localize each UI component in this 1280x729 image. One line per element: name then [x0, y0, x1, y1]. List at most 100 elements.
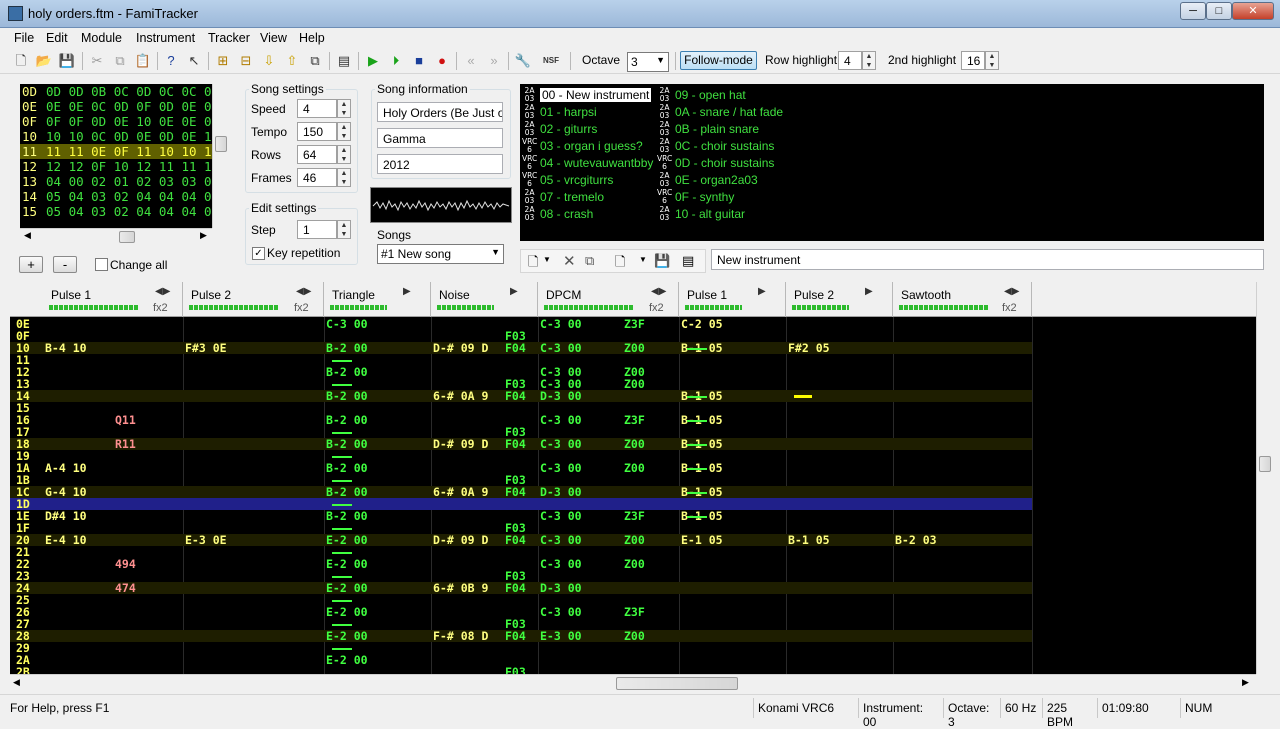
frames-spinner[interactable]: ▲ ▼ — [337, 168, 351, 187]
instrument-item[interactable]: 2A 03 10 - alt guitar — [657, 205, 746, 222]
note-cell[interactable]: B-2 00 — [326, 486, 368, 498]
pattern-row[interactable]: 15 — [10, 402, 1032, 414]
instrument-item[interactable]: 2A 03 0A - snare / hat fade — [657, 103, 784, 120]
note-cell[interactable]: B-2 00 — [326, 462, 368, 474]
note-cell[interactable]: B-2 00 — [326, 414, 368, 426]
chevron-down-icon[interactable]: ▼ — [639, 255, 647, 264]
play-looping-icon[interactable]: ⏵ — [387, 52, 405, 70]
nsf-export-icon[interactable]: NSF — [540, 52, 562, 70]
menu-view[interactable]: View — [260, 31, 287, 45]
menu-file[interactable]: File — [14, 31, 34, 45]
scroll-left-icon[interactable]: ◀ — [13, 677, 20, 688]
note-cell[interactable]: C-3 00 — [540, 510, 582, 522]
frame-row[interactable]: 12 12 12 0F 10 12 11 11 12 — [20, 159, 212, 174]
effect-columns-arrows-icon[interactable]: ▶ — [758, 286, 766, 297]
close-button[interactable]: ✕ — [1232, 2, 1274, 20]
effect-cell[interactable]: Z00 — [624, 462, 645, 474]
instrument-item[interactable]: VRC 6 0F - synthy — [657, 188, 734, 205]
pattern-row[interactable]: 10 B-4 10 F#3 0E B-2 00 D-# 09 D F04 C-3 00 Z00… — [10, 342, 1032, 354]
frame-row-cells[interactable]: 0D 0D 0B 0C 0D 0C 0C 0B — [46, 84, 212, 99]
note-cell[interactable]: E-2 00 — [326, 582, 368, 594]
frame-hscrollbar[interactable]: ◀ ▶ — [20, 228, 212, 244]
step-input[interactable]: 1 — [297, 220, 337, 239]
instrument-item[interactable]: VRC 6 04 - wutevauwantbby — [522, 154, 653, 171]
effect-cell[interactable]: F04 — [505, 630, 526, 642]
save-instrument-icon[interactable]: 💾 — [654, 253, 670, 269]
instrument-item[interactable]: VRC 6 03 - organ i guess? — [522, 137, 643, 154]
effect-cell[interactable]: Z00 — [624, 378, 645, 390]
note-cell[interactable]: D-# 09 D — [433, 438, 488, 450]
note-cell[interactable]: E-3 0E — [185, 534, 227, 546]
effect-cell[interactable]: F04 — [505, 534, 526, 546]
effect-cell[interactable]: F04 — [505, 390, 526, 402]
insert-frame-icon[interactable]: ⊞ — [214, 52, 232, 70]
note-cell[interactable]: C-2 05 — [681, 318, 723, 330]
pattern-row[interactable]: 2B F03 — [10, 666, 1032, 674]
frame-row[interactable]: 14 05 04 03 02 04 04 04 04 — [20, 189, 212, 204]
note-cell[interactable]: D-# 09 D — [433, 342, 488, 354]
note-cell[interactable]: B-4 10 — [45, 342, 87, 354]
play-icon[interactable]: ▶ — [364, 52, 382, 70]
note-cell[interactable]: E-2 00 — [326, 534, 368, 546]
instrument-list[interactable]: 2A 03 00 - New instrument 2A 03 01 - harpsi 2A… — [520, 84, 1264, 241]
effect-columns-arrows-icon[interactable]: ◀▶ — [155, 286, 170, 297]
effect-cell[interactable]: Z00 — [624, 630, 645, 642]
instrument-item[interactable]: VRC 6 05 - vrcgiturrs — [522, 171, 613, 188]
song-select[interactable]: #1 New song ▼ — [377, 244, 504, 264]
pattern-row[interactable]: 28 E-2 00 F-# 08 D F04 E-3 00 Z00 — [10, 630, 1032, 642]
speed-input[interactable]: 4 — [297, 99, 337, 118]
stop-icon[interactable]: ■ — [410, 52, 428, 70]
second-highlight-spinner[interactable]: ▲ ▼ — [985, 51, 999, 70]
scroll-right-icon[interactable]: ▶ — [1242, 677, 1249, 688]
note-cell[interactable]: F-# 08 D — [433, 630, 488, 642]
move-frame-down-icon[interactable]: ⇩ — [260, 52, 278, 70]
note-cell[interactable]: E-3 00 — [540, 630, 582, 642]
row-highlight-spinner[interactable]: ▲ ▼ — [862, 51, 876, 70]
second-highlight-input[interactable]: 16 — [961, 51, 985, 70]
row-highlight-input[interactable]: 4 — [838, 51, 862, 70]
note-cell[interactable]: C-3 00 — [540, 342, 582, 354]
copy-icon[interactable]: ⧉ — [111, 52, 129, 70]
effect-cell[interactable]: Z00 — [624, 342, 645, 354]
note-cell[interactable]: G-4 10 — [45, 486, 87, 498]
load-instrument-icon[interactable]: 🗋 — [615, 253, 625, 275]
instrument-item[interactable]: 2A 03 07 - tremelo — [522, 188, 604, 205]
note-cell[interactable]: E-2 00 — [326, 606, 368, 618]
new-instrument-icon[interactable]: 🗋 — [528, 253, 538, 275]
note-cell[interactable]: B-2 00 — [326, 390, 368, 402]
note-cell[interactable]: E-4 10 — [45, 534, 87, 546]
song-title-field[interactable]: Holy Orders (Be Just or I — [377, 102, 503, 122]
note-cell[interactable]: B-2 00 — [326, 438, 368, 450]
effect-cell[interactable]: 474 — [115, 582, 136, 594]
add-frame-button[interactable]: + — [19, 256, 43, 273]
instrument-name-field[interactable]: New instrument — [711, 249, 1264, 270]
effect-cell[interactable]: 494 — [115, 558, 136, 570]
instrument-item[interactable]: 2A 03 0E - organ2a03 — [657, 171, 758, 188]
note-cell[interactable]: E-1 05 — [681, 534, 723, 546]
rows-spinner[interactable]: ▲ ▼ — [337, 145, 351, 164]
note-cell[interactable]: C-3 00 — [540, 414, 582, 426]
note-cell[interactable]: D-3 00 — [540, 390, 582, 402]
minimize-button[interactable]: ─ — [1180, 2, 1206, 20]
frames-input[interactable]: 46 — [297, 168, 337, 187]
effect-cell[interactable]: Z3F — [624, 414, 645, 426]
pattern-row[interactable]: 18R11B-2 00D-# 09 DF04C-3 00Z00B-1 05 — [10, 438, 1032, 450]
tempo-input[interactable]: 150 — [297, 122, 337, 141]
note-cell[interactable]: D-3 00 — [540, 582, 582, 594]
note-cell[interactable]: E-2 00 — [326, 558, 368, 570]
note-cell[interactable]: E-2 00 — [326, 630, 368, 642]
channel-header-2[interactable]: Pulse 2 ◀▶ fx2 — [183, 282, 324, 317]
rows-input[interactable]: 64 — [297, 145, 337, 164]
key-repetition-checkbox[interactable]: ✓ — [252, 247, 265, 260]
effect-cell[interactable]: R11 — [115, 438, 136, 450]
frame-row[interactable]: 15 05 04 03 02 04 04 04 04 — [20, 204, 212, 219]
instrument-item[interactable]: 2A 03 0B - plain snare — [657, 120, 760, 137]
move-frame-up-icon[interactable]: ⇧ — [283, 52, 301, 70]
note-cell[interactable]: 6-# 0A 9 — [433, 486, 488, 498]
frame-row[interactable]: 0D 0D 0D 0B 0C 0D 0C 0C 0B — [20, 84, 212, 99]
frame-vscrollbar[interactable] — [212, 84, 229, 228]
effect-cell[interactable]: Z00 — [624, 438, 645, 450]
frame-scroll-thumb[interactable] — [215, 136, 227, 152]
cut-icon[interactable]: ✂ — [88, 52, 106, 70]
instrument-item[interactable]: 2A 03 02 - giturrs — [522, 120, 598, 137]
